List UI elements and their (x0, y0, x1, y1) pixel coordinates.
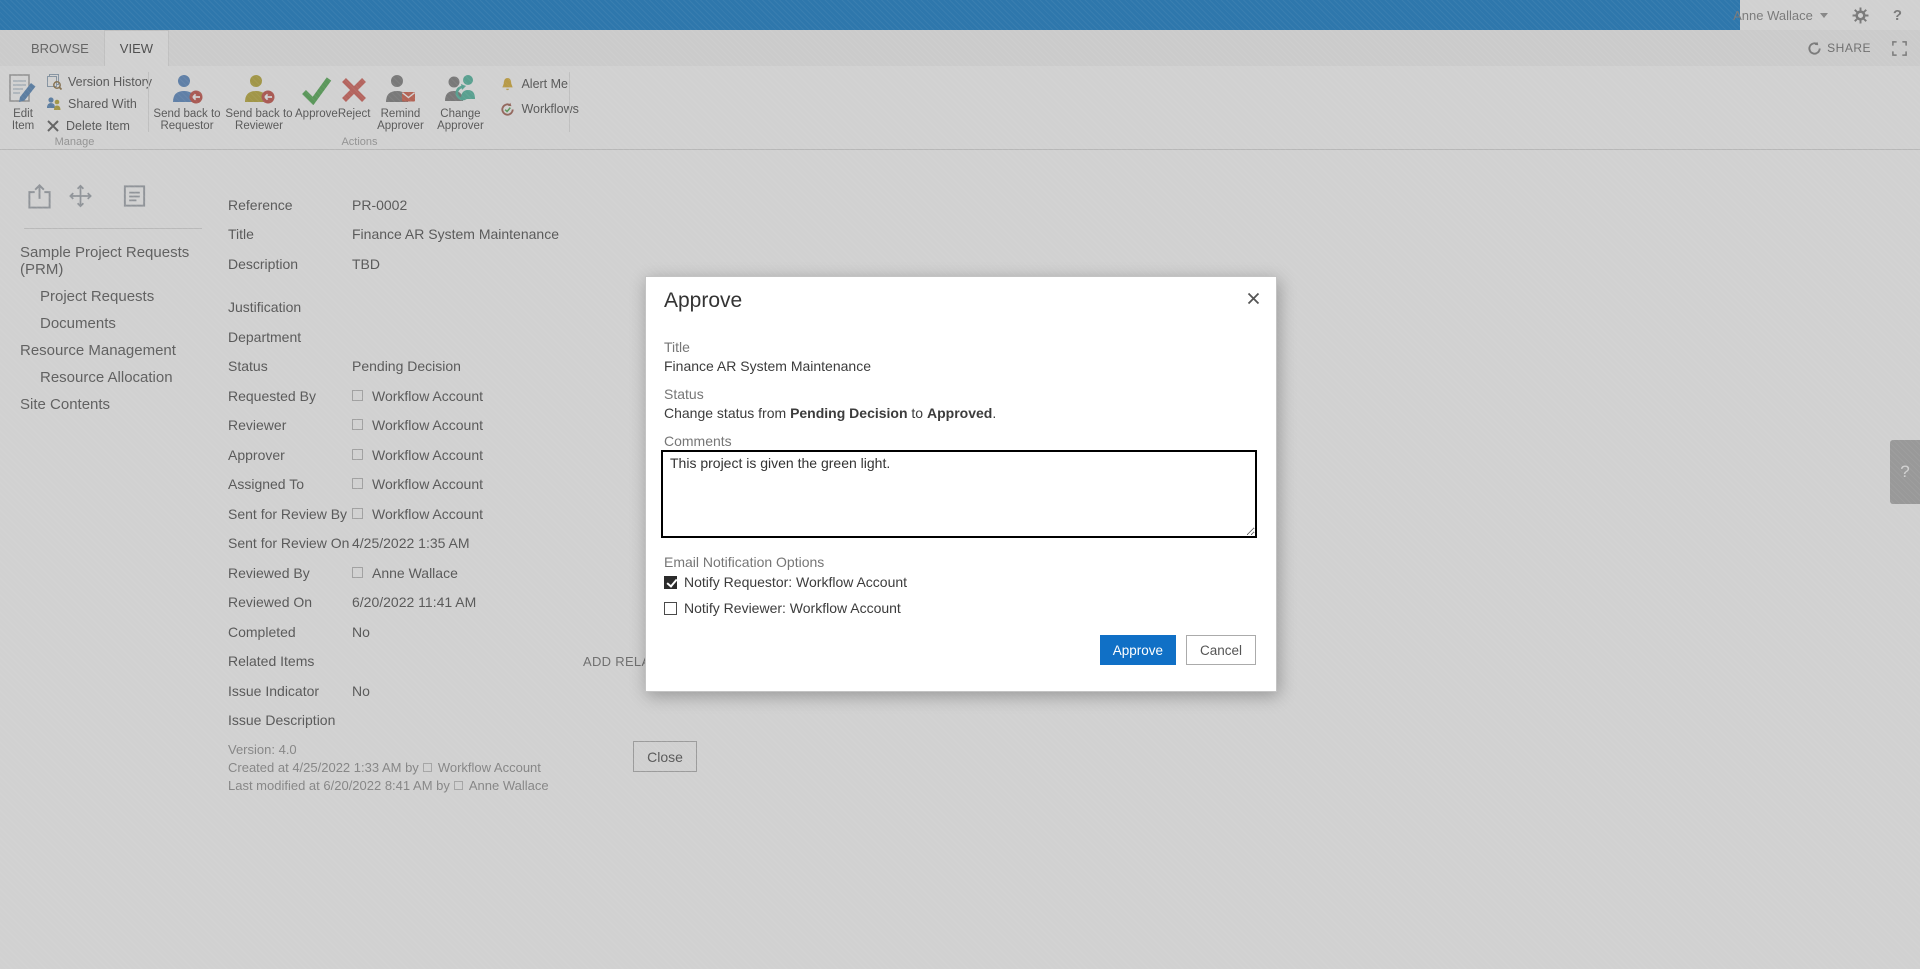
dialog-cancel-button[interactable]: Cancel (1186, 635, 1256, 665)
status-suffix: . (992, 405, 996, 421)
status-prefix: Change status from (664, 405, 790, 421)
notify-requestor-checkbox[interactable] (664, 576, 677, 589)
dialog-close-button[interactable] (1244, 289, 1262, 307)
email-options-label: Email Notification Options (664, 554, 824, 570)
notify-reviewer-option[interactable]: Notify Reviewer: Workflow Account (664, 600, 901, 616)
dialog-title-field-label: Title (664, 339, 690, 355)
dialog-status-text: Change status from Pending Decision to A… (664, 405, 996, 421)
dialog-title-field-value: Finance AR System Maintenance (664, 358, 871, 374)
notify-requestor-option[interactable]: Notify Requestor: Workflow Account (664, 574, 907, 590)
status-to: Approved (927, 405, 992, 421)
dialog-approve-button[interactable]: Approve (1100, 635, 1176, 665)
notify-reviewer-label: Notify Reviewer: Workflow Account (684, 600, 901, 616)
status-mid: to (908, 405, 927, 421)
comments-textarea[interactable]: This project is given the green light. (661, 450, 1257, 538)
dialog-status-label: Status (664, 386, 704, 402)
notify-requestor-label: Notify Requestor: Workflow Account (684, 574, 907, 590)
close-icon (1247, 292, 1260, 305)
comments-label: Comments (664, 433, 732, 449)
notify-reviewer-checkbox[interactable] (664, 602, 677, 615)
dialog-title: Approve (664, 289, 742, 313)
approve-dialog: Approve Title Finance AR System Maintena… (645, 276, 1277, 692)
status-from: Pending Decision (790, 405, 907, 421)
